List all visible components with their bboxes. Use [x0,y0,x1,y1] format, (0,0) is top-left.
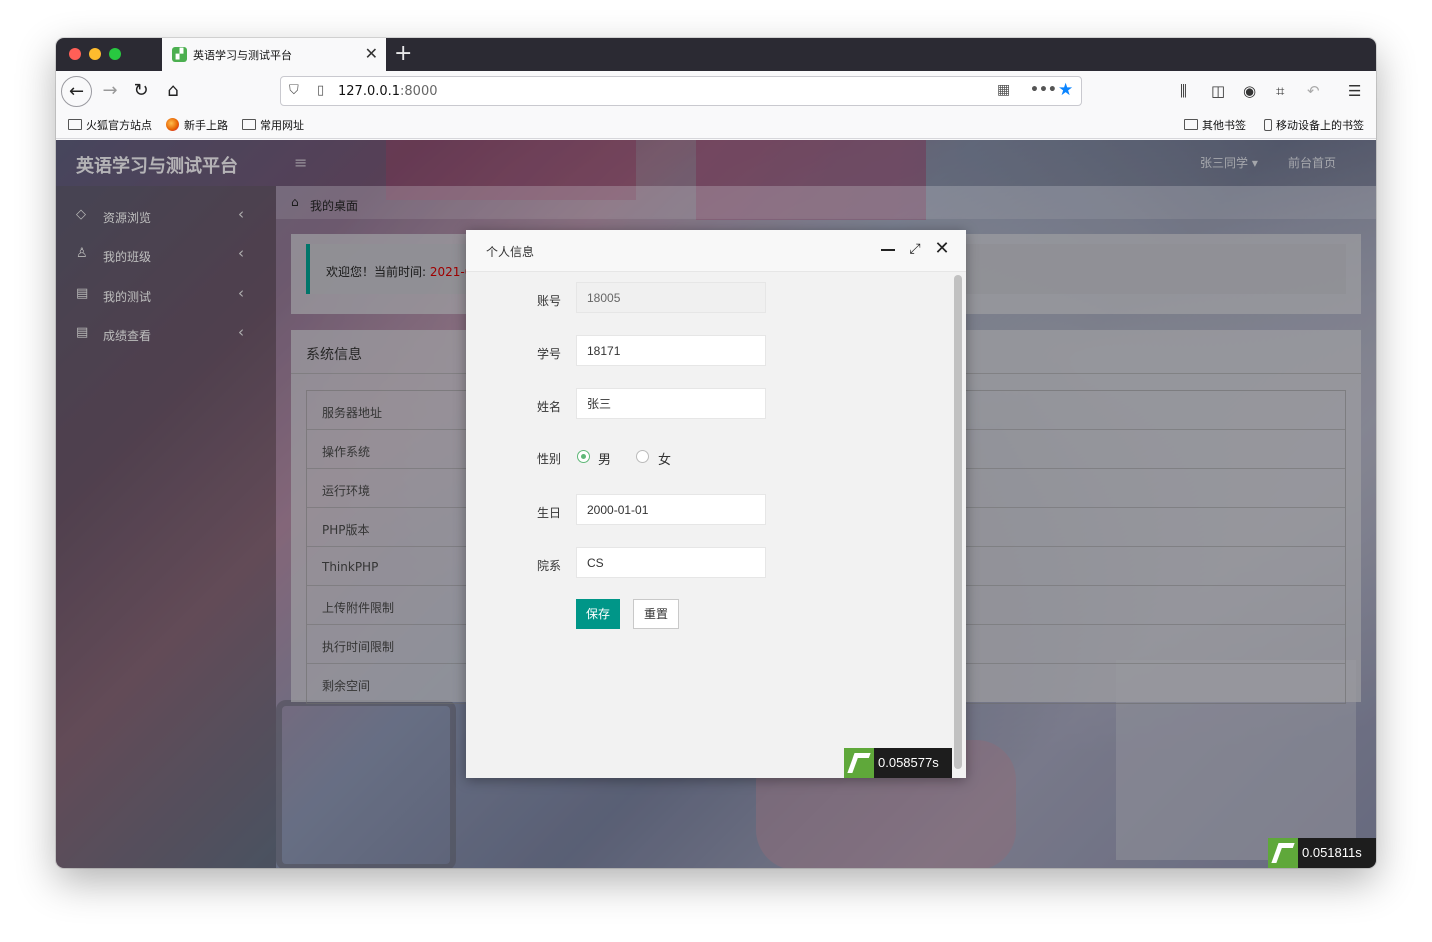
bookmark-item[interactable]: 其他书签 [1184,117,1246,133]
window-maximize-button[interactable] [109,48,121,60]
name-field[interactable] [576,388,766,419]
url-bar[interactable]: ⛉ ▯ 127.0.0.1:8000 ▦ ••• ★ [280,76,1082,106]
window-close-button[interactable] [69,48,81,60]
window-minimize-button[interactable] [89,48,101,60]
modal-body: 账号 学号 姓名 性别 男 女 [466,272,966,778]
birthday-label: 生日 [536,506,561,520]
browser-tab[interactable]: ▞ 英语学习与测试平台 ✕ [162,38,386,71]
reset-button[interactable]: 重置 [633,599,679,629]
student-id-field[interactable] [576,335,766,366]
more-actions-icon[interactable]: ••• [1030,82,1057,98]
bookmark-item[interactable]: 常用网址 [242,117,304,133]
tab-title: 英语学习与测试平台 [193,49,292,62]
department-label: 院系 [536,559,561,573]
name-label: 姓名 [536,400,561,414]
gender-male-label[interactable]: 男 [598,449,611,468]
tab-close-icon[interactable]: ✕ [365,44,378,64]
qr-code-icon[interactable]: ▦ [997,82,1010,98]
bookmark-star-icon[interactable]: ★ [1058,80,1073,100]
bookmark-label: 火狐官方站点 [86,119,152,132]
profile-modal: 个人信息 ⤢ ✕ 账号 学号 姓名 [466,230,966,778]
new-tab-icon[interactable]: + [394,41,412,67]
tab-favicon-icon: ▞ [172,47,187,62]
student-id-label: 学号 [536,347,561,361]
modal-title: 个人信息 [486,245,535,259]
bookmark-label: 移动设备上的书签 [1276,119,1364,132]
gender-row: 性别 男 女 [466,440,946,472]
gender-female-label[interactable]: 女 [658,449,671,468]
shield-icon[interactable]: ⛉ [289,83,299,98]
nav-bar: ← → ↻ ⌂ ⛉ ▯ 127.0.0.1:8000 ▦ ••• ★ ⫼ ◫ ◉… [56,71,1376,111]
birthday-field[interactable] [576,494,766,525]
gender-label: 性别 [536,452,561,466]
minimize-icon[interactable] [878,239,898,259]
save-button[interactable]: 保存 [576,599,620,629]
thinkphp-logo-icon [844,748,874,778]
bookmark-label: 新手上路 [184,119,228,132]
folder-icon [242,119,256,130]
department-row: 院系 [466,547,946,579]
account-icon[interactable]: ◉ [1243,82,1256,100]
modal-scrollbar[interactable] [954,275,962,769]
browser-window: ▞ 英语学习与测试平台 ✕ + ← → ↻ ⌂ ⛉ ▯ 127.0.0.1:80… [56,38,1376,868]
page-trace-badge[interactable]: 0.051811s [1268,838,1376,868]
screenshot-icon[interactable]: ⌗ [1276,82,1284,100]
gender-male-radio[interactable] [577,450,590,463]
bookmark-item[interactable]: 移动设备上的书签 [1264,117,1364,133]
birthday-row: 生日 [466,494,946,526]
modal-trace-time: 0.058577s [878,755,939,770]
page-trace-time: 0.051811s [1302,845,1362,860]
menu-icon[interactable]: ☰ [1348,82,1361,100]
reload-icon[interactable]: ↻ [127,77,155,105]
student-id-row: 学号 [466,335,946,367]
page-icon: ▯ [317,83,325,98]
bookmark-label: 其他书签 [1202,119,1246,132]
department-field[interactable] [576,547,766,578]
account-label: 账号 [536,294,561,308]
folder-icon [1184,119,1198,130]
firefox-icon [166,118,179,131]
bookmark-item[interactable]: 火狐官方站点 [68,117,152,133]
account-row: 账号 [466,282,946,314]
modal-header: 个人信息 ⤢ ✕ [466,230,966,272]
gender-female-radio[interactable] [636,450,649,463]
name-row: 姓名 [466,388,946,420]
bookmark-item[interactable]: 新手上路 [166,117,228,133]
modal-trace-badge[interactable]: 0.058577s [844,748,952,778]
thinkphp-logo-icon [1268,838,1298,868]
page-content: 英语学习与测试平台 ≡ 张三同学 ▾ 前台首页 ◇ 资源浏览 ‹ ♙ 我的班级 … [56,140,1376,868]
forward-icon[interactable]: → [96,77,124,105]
mobile-icon [1264,119,1272,131]
url-text[interactable]: 127.0.0.1:8000 [338,84,438,99]
url-port: :8000 [400,84,438,99]
account-field [576,282,766,313]
close-icon[interactable]: ✕ [932,239,952,259]
undo-icon[interactable]: ↶ [1307,82,1320,100]
folder-icon [68,119,82,130]
title-bar: ▞ 英语学习与测试平台 ✕ + [56,38,1376,71]
sidebar-icon[interactable]: ◫ [1211,82,1225,100]
bookmarks-bar: 火狐官方站点 新手上路 常用网址 其他书签 移动设备上的书签 [56,111,1376,139]
home-icon[interactable]: ⌂ [159,77,187,105]
maximize-icon[interactable]: ⤢ [905,239,925,259]
back-icon[interactable]: ← [61,76,92,107]
bookmark-label: 常用网址 [260,119,304,132]
library-icon[interactable]: ⫼ [1180,82,1187,100]
url-host: 127.0.0.1 [338,84,401,99]
